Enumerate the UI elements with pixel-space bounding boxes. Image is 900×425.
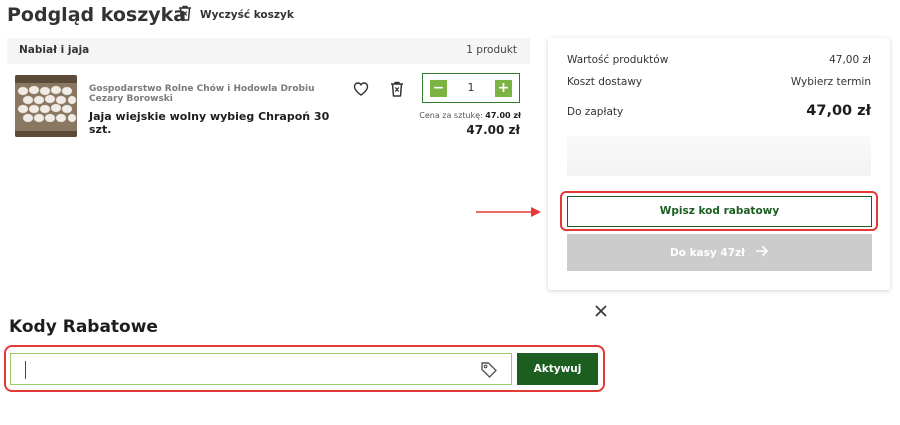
products-value-row: Wartość produktów 47,00 zł xyxy=(567,54,871,66)
to-pay-label: Do zapłaty xyxy=(567,106,624,118)
products-value: 47,00 zł xyxy=(829,54,871,66)
quantity-value[interactable]: 1 xyxy=(453,81,489,94)
trash-icon xyxy=(178,5,192,25)
to-pay-row: Do zapłaty 47,00 zł xyxy=(567,103,871,119)
quantity-decrease-button[interactable]: − xyxy=(430,80,447,97)
delivery-cost-row: Koszt dostawy Wybierz termin xyxy=(567,76,871,88)
quantity-increase-button[interactable]: + xyxy=(495,80,512,97)
product-image[interactable] xyxy=(15,75,77,137)
category-name: Nabiał i jaja xyxy=(19,44,90,56)
to-pay-value: 47,00 zł xyxy=(806,103,871,119)
annotation-arrow-icon xyxy=(476,207,541,217)
unit-price-value: 47.00 zł xyxy=(485,111,521,120)
heart-icon[interactable] xyxy=(353,81,369,97)
product-name[interactable]: Jaja wiejskie wolny wybieg Chrapoń 30 sz… xyxy=(89,110,349,136)
summary-faded-area xyxy=(567,136,871,176)
clear-cart-button[interactable]: Wyczyść koszyk xyxy=(178,5,294,25)
activate-button[interactable]: Aktywuj xyxy=(517,353,598,385)
product-producer: Gospodarstwo Rolne Chów i Hodowla Drobiu… xyxy=(89,84,315,104)
discount-code-field[interactable] xyxy=(10,353,512,385)
discount-code-input[interactable] xyxy=(23,358,463,380)
clear-cart-label: Wyczyść koszyk xyxy=(200,9,294,21)
unit-price-label: Cena za sztukę: xyxy=(419,111,483,120)
remove-item-trash-icon[interactable] xyxy=(389,81,405,97)
checkout-button[interactable]: Do kasy 47zł xyxy=(567,234,872,271)
arrow-right-icon xyxy=(755,245,769,260)
checkout-button-label: Do kasy 47zł xyxy=(669,246,746,259)
discount-codes-title: Kody Rabatowe xyxy=(9,317,158,337)
quantity-stepper: − 1 + xyxy=(422,73,520,103)
category-product-count: 1 produkt xyxy=(466,44,517,56)
choose-delivery-term-link[interactable]: Wybierz termin xyxy=(791,76,871,88)
line-total: 47.00 zł xyxy=(466,123,520,137)
tag-icon xyxy=(480,361,498,379)
enter-discount-code-button[interactable]: Wpisz kod rabatowy xyxy=(567,196,872,227)
category-header: Nabiał i jaja 1 produkt xyxy=(7,38,530,64)
page-title: Podgląd koszyka xyxy=(7,4,187,26)
delivery-cost-label: Koszt dostawy xyxy=(567,76,643,88)
close-icon[interactable] xyxy=(593,303,609,319)
products-value-label: Wartość produktów xyxy=(567,54,669,66)
unit-price: Cena za sztukę: 47.00 zł xyxy=(419,111,521,120)
